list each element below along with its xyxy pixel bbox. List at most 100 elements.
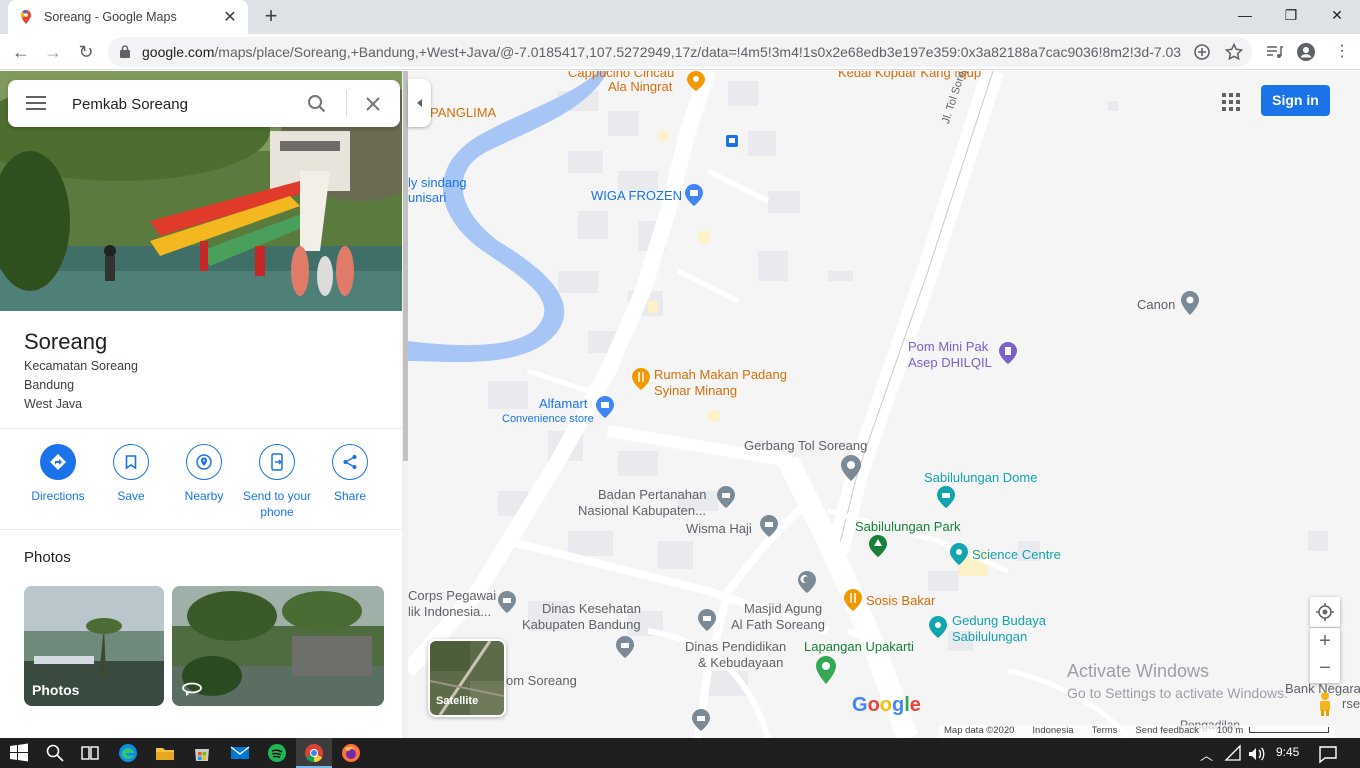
map-label[interactable]: ly sindang xyxy=(408,175,467,191)
map-label[interactable]: om Soreang xyxy=(506,673,577,689)
tray-chevron-icon[interactable]: ︿ xyxy=(1200,745,1213,764)
map-label[interactable]: Gerbang Tol Soreang xyxy=(744,438,867,454)
browser-menu-icon[interactable]: ⋮ xyxy=(1332,42,1352,62)
map-label[interactable]: Alfamart xyxy=(539,396,587,412)
forward-button[interactable]: → xyxy=(42,41,64,63)
map-label[interactable]: Wisma Haji xyxy=(686,521,752,537)
clear-search-icon[interactable] xyxy=(362,93,384,115)
map-label[interactable]: Kabupaten Bandung xyxy=(522,617,641,633)
save-button[interactable]: Save xyxy=(90,444,172,504)
map-label[interactable]: Sabilulungan xyxy=(952,629,1027,645)
government-pin-icon[interactable] xyxy=(498,591,516,613)
minimize-button[interactable]: — xyxy=(1222,0,1268,30)
microsoft-store-icon[interactable] xyxy=(192,743,212,763)
map-label[interactable]: Dinas Pendidikan xyxy=(685,639,786,655)
back-button[interactable]: ← xyxy=(10,41,32,63)
country-link[interactable]: Indonesia xyxy=(1032,725,1073,738)
mosque-pin-icon[interactable] xyxy=(798,571,816,593)
notifications-icon[interactable] xyxy=(1318,744,1338,764)
attraction-pin-icon[interactable] xyxy=(929,616,947,638)
convenience-store-pin-icon[interactable] xyxy=(596,396,614,418)
map-label[interactable]: Nasional Kabupaten... xyxy=(578,503,706,519)
hamburger-menu-icon[interactable] xyxy=(26,96,46,110)
map-label[interactable]: rse xyxy=(1342,696,1360,712)
terms-link[interactable]: Terms xyxy=(1092,725,1118,738)
map-label[interactable]: Pom Mini Pak xyxy=(908,339,988,355)
my-location-button[interactable] xyxy=(1310,597,1340,627)
restaurant-pin-icon[interactable] xyxy=(632,368,650,390)
map-label[interactable]: PANGLIMA xyxy=(430,105,496,121)
map-label[interactable]: Rumah Makan Padang xyxy=(654,367,787,383)
directions-button[interactable]: Directions xyxy=(17,444,99,504)
science-centre-pin-icon[interactable] xyxy=(950,543,968,565)
close-tab-icon[interactable]: ✕ xyxy=(222,7,238,27)
park-pin-icon[interactable] xyxy=(816,656,836,684)
collapse-panel-button[interactable] xyxy=(408,79,431,127)
map-label[interactable]: WIGA FROZEN xyxy=(591,188,682,204)
government-pin-icon[interactable] xyxy=(760,515,778,537)
clock-time[interactable]: 9:45 xyxy=(1276,745,1299,759)
windows-start-icon[interactable] xyxy=(9,743,29,763)
media-control-icon[interactable] xyxy=(1264,42,1284,62)
map-canvas[interactable]: Cappucino Cincau Ala Ningrat Kedai Kopda… xyxy=(408,71,1360,738)
edge-browser-icon[interactable] xyxy=(118,743,138,763)
volume-icon[interactable] xyxy=(1246,744,1266,764)
map-label[interactable]: Sabilulungan Dome xyxy=(924,470,1037,486)
place-pin-icon[interactable] xyxy=(1181,291,1199,315)
send-feedback-link[interactable]: Send feedback xyxy=(1135,725,1198,738)
shopping-pin-icon[interactable] xyxy=(685,184,703,206)
map-label[interactable]: Sabilulungan Park xyxy=(855,519,961,535)
close-window-button[interactable]: ✕ xyxy=(1314,0,1360,30)
map-label[interactable]: Badan Pertanahan xyxy=(598,487,706,503)
reload-button[interactable]: ↻ xyxy=(75,41,97,63)
pegman-street-view-icon[interactable] xyxy=(1314,691,1336,717)
park-pin-icon[interactable] xyxy=(869,535,887,557)
map-label[interactable]: Canon xyxy=(1137,297,1175,313)
map-label[interactable]: & Kebudayaan xyxy=(698,655,783,671)
spotify-icon[interactable] xyxy=(267,743,287,763)
sign-in-button[interactable]: Sign in xyxy=(1261,85,1330,116)
government-pin-icon[interactable] xyxy=(616,636,634,658)
bus-stop-icon[interactable] xyxy=(726,135,738,147)
map-label[interactable]: Sosis Bakar xyxy=(866,593,935,609)
map-label[interactable]: Dinas Kesehatan xyxy=(542,601,641,617)
scale-indicator[interactable]: 100 m xyxy=(1217,725,1330,738)
gas-station-pin-icon[interactable] xyxy=(999,342,1017,364)
install-app-icon[interactable] xyxy=(1192,42,1212,62)
zoom-out-button[interactable]: − xyxy=(1310,655,1340,682)
nearby-button[interactable]: Nearby xyxy=(163,444,245,504)
firefox-icon[interactable] xyxy=(341,743,361,763)
google-apps-icon[interactable] xyxy=(1222,93,1240,111)
task-view-icon[interactable] xyxy=(80,743,100,763)
search-icon[interactable] xyxy=(306,93,328,115)
map-label[interactable]: Al Fath Soreang xyxy=(731,617,825,633)
network-icon[interactable] xyxy=(1224,744,1244,764)
government-pin-icon[interactable] xyxy=(717,486,735,508)
address-bar[interactable]: google.com/maps/place/Soreang,+Bandung,+… xyxy=(108,37,1252,67)
restaurant-pin-icon[interactable] xyxy=(844,589,862,611)
profile-avatar-icon[interactable] xyxy=(1296,42,1316,62)
map-label[interactable]: Syinar Minang xyxy=(654,383,737,399)
zoom-in-button[interactable]: + xyxy=(1310,628,1340,655)
map-label[interactable]: Corps Pegawai xyxy=(408,588,496,604)
share-button[interactable]: Share xyxy=(309,444,391,504)
map-label[interactable]: Masjid Agung xyxy=(744,601,822,617)
mail-icon[interactable] xyxy=(230,743,250,763)
file-explorer-icon[interactable] xyxy=(155,743,175,763)
satellite-toggle[interactable]: Satellite xyxy=(428,639,506,717)
maximize-button[interactable]: ❐ xyxy=(1268,0,1314,30)
chrome-taskbar-active[interactable] xyxy=(296,738,332,768)
bookmark-star-icon[interactable] xyxy=(1224,42,1244,62)
map-label[interactable]: unisari xyxy=(408,190,446,206)
map-label[interactable]: Ala Ningrat xyxy=(608,79,672,95)
government-pin-icon[interactable] xyxy=(698,609,716,631)
photo-thumbnail[interactable] xyxy=(172,586,384,706)
send-to-phone-button[interactable]: Send to your phone xyxy=(236,444,318,520)
map-label[interactable]: Gedung Budaya xyxy=(952,613,1046,629)
attraction-pin-icon[interactable] xyxy=(937,486,955,508)
search-input[interactable] xyxy=(72,93,292,115)
restaurant-pin-icon[interactable] xyxy=(687,71,705,91)
map-label[interactable]: lik Indonesia... xyxy=(408,604,491,620)
search-icon[interactable] xyxy=(45,743,65,763)
browser-tab[interactable]: Soreang - Google Maps ✕ xyxy=(8,0,248,34)
